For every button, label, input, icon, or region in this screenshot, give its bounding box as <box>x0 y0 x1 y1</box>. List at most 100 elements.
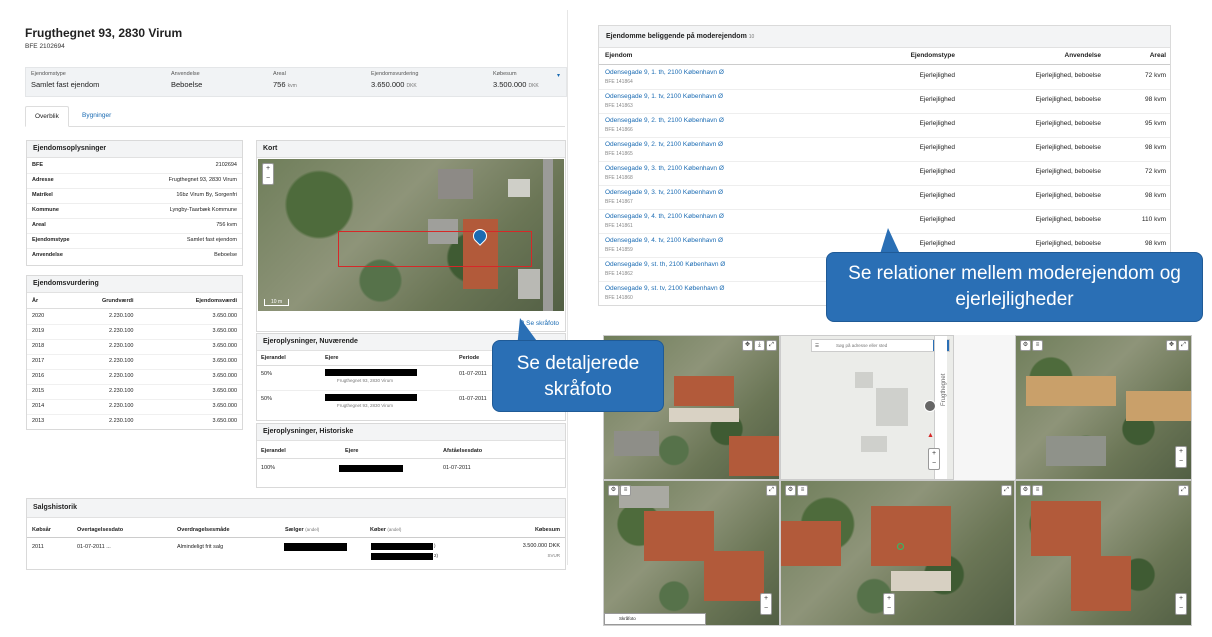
table-row: 2011 01-07-2011 ... Almindeligt frit sal… <box>32 543 560 560</box>
summary-use-value: Beboelse <box>171 80 203 89</box>
valuation-card: Ejendomsvurdering År Grundværdi Ejendoms… <box>26 275 243 430</box>
building-footprint <box>876 388 908 426</box>
table-row[interactable]: Odensegade 9, 3. th, 2100 København Ø BFE… <box>599 161 1170 186</box>
callout-pointer <box>880 228 900 254</box>
info-row: Anvendelse Beboelse <box>32 252 237 258</box>
table-row: 2019 2.230.100 3.650.000 <box>27 324 242 340</box>
layers-icon[interactable]: ≡ <box>797 485 808 496</box>
redacted-seller <box>284 543 347 551</box>
info-row: Ejendomstype Samlet fast ejendom <box>27 233 242 249</box>
table-row[interactable]: Odensegade 9, 1. th, 2100 København Ø BFE… <box>599 65 1170 90</box>
table-row[interactable]: Odensegade 9, 2. th, 2100 København Ø BFE… <box>599 113 1170 138</box>
callout-relations: Se relationer mellem moderejendom og eje… <box>826 252 1203 322</box>
table-row: 2017 2.230.100 3.650.000 <box>27 354 242 370</box>
oblique-tile-center[interactable]: ⚙ ≡ ⤢ + − <box>780 480 1015 626</box>
search-input[interactable]: Søg på adresse eller sted <box>836 340 887 351</box>
summary-price-label: Købesum <box>493 71 517 77</box>
redacted-name <box>325 394 417 401</box>
map-scale: 10 m <box>264 299 290 306</box>
map-zoom-control[interactable]: + − <box>883 593 895 615</box>
gear-icon[interactable]: ⚙ <box>785 485 796 496</box>
map-zoom-control[interactable]: + − <box>1175 446 1187 468</box>
map-search-bar[interactable]: ☰ Søg på adresse eller sted ⌕ <box>811 339 950 352</box>
card-title: Kort <box>257 141 565 158</box>
download-icon[interactable]: ⤓ <box>754 340 765 351</box>
oblique-tile-east[interactable]: ⚙ ≡ ✥ ⤢ + − <box>1015 335 1192 480</box>
street-label: Frugthegnet <box>941 373 947 406</box>
card-title: Ejendomsoplysninger <box>27 141 242 158</box>
oblique-tile-south[interactable]: ⚙ ≡ ⤢ + − <box>1015 480 1192 626</box>
oblique-tile-map[interactable]: ☰ Søg på adresse eller sted ⌕ Frugthegne… <box>780 335 954 480</box>
expand-icon[interactable]: ⤢ <box>766 485 777 496</box>
chevron-down-icon[interactable]: ▾ <box>557 72 560 79</box>
table-row: 2016 2.230.100 3.650.000 <box>27 369 242 385</box>
historic-owners-card: Ejeroplysninger, Historiske Ejerandel Ej… <box>256 423 566 488</box>
table-row: 2015 2.230.100 3.650.000 <box>27 384 242 400</box>
tab-bygninger[interactable]: Bygninger <box>73 106 120 125</box>
map-zoom-control[interactable]: + − <box>262 163 274 185</box>
oblique-tile-west[interactable]: ⚙ ≡ ⤢ + − Skråfoto <box>603 480 780 626</box>
summary-type-label: Ejendomstype <box>31 71 66 77</box>
expand-icon[interactable]: ⤢ <box>766 340 777 351</box>
summary-type-value: Samlet fast ejendom <box>31 80 100 89</box>
page-title: Frugthegnet 93, 2830 Virum <box>25 26 183 40</box>
property-outline <box>338 231 532 267</box>
move-icon[interactable]: ✥ <box>742 340 753 351</box>
info-row: Kommune Lyngby-Taarbæk Kommune <box>27 203 242 219</box>
expand-icon[interactable]: ⤢ <box>1178 485 1189 496</box>
map-zoom-control[interactable]: + − <box>1175 593 1187 615</box>
card-title: Salgshistorik <box>27 499 565 518</box>
table-row[interactable]: Odensegade 9, 2. tv, 2100 København Ø BFE… <box>599 137 1170 162</box>
tab-overblik[interactable]: Overblik <box>25 106 69 127</box>
table-row[interactable]: Odensegade 9, 1. tv, 2100 København Ø BFE… <box>599 89 1170 114</box>
table-row[interactable]: Odensegade 9, 3. tv, 2100 København Ø BFE… <box>599 185 1170 210</box>
gear-icon[interactable]: ⚙ <box>608 485 619 496</box>
info-row: Matrikel 16bz Virum By, Sorgenfri <box>27 188 242 204</box>
summary-area-value: 756 kvm <box>273 80 297 89</box>
expand-icon[interactable]: ⤢ <box>1001 485 1012 496</box>
table-header: Købsår Overtagelsesdato Overdragelsesmåd… <box>27 523 565 538</box>
layers-icon[interactable]: ≡ <box>620 485 631 496</box>
layers-icon[interactable]: ≡ <box>1032 485 1043 496</box>
compass-icon[interactable]: ▲ <box>927 432 934 439</box>
table-row: 100% 01-07-2011 <box>261 465 471 472</box>
redacted-buyer <box>371 543 433 550</box>
zoom-out-button[interactable]: − <box>263 174 273 184</box>
layers-icon[interactable]: ≡ <box>1032 340 1043 351</box>
building-footprint <box>861 436 887 452</box>
table-row: 2013 2.230.100 3.650.000 <box>32 418 237 424</box>
move-icon[interactable]: ✥ <box>1166 340 1177 351</box>
zoom-in-button[interactable]: + <box>263 164 273 174</box>
building-footprint <box>855 372 873 388</box>
table-row: 2020 2.230.100 3.650.000 <box>27 309 242 325</box>
menu-icon[interactable]: ☰ <box>815 340 819 351</box>
expand-icon[interactable]: ⤢ <box>1178 340 1189 351</box>
camera-position-icon[interactable] <box>924 400 936 412</box>
gear-icon[interactable]: ⚙ <box>1020 340 1031 351</box>
tab-bar: Overblik Bygninger <box>25 106 565 127</box>
redacted-name <box>339 465 403 472</box>
property-info-card: Ejendomsoplysninger BFE 2102694 Adresse Fr… <box>26 140 243 266</box>
info-row: BFE 2102694 <box>27 158 242 174</box>
gear-icon[interactable]: ⚙ <box>1020 485 1031 496</box>
card-title: Ejendomsvurdering <box>27 276 242 293</box>
info-row: Adresse Frugthegnet 93, 2830 Virum <box>27 173 242 189</box>
table-header: Ejerandel Ejere Afståelsesdato <box>257 444 565 459</box>
summary-valuation-label: Ejendomsvurdering <box>371 71 419 77</box>
map-zoom-control[interactable]: + − <box>760 593 772 615</box>
table-header: År Grundværdi Ejendomsværdi <box>27 294 242 309</box>
card-title: Ejendomme beliggende på moderejendom 10 <box>599 26 1170 48</box>
card-title: Ejeroplysninger, Historiske <box>257 424 565 441</box>
redacted-name <box>325 369 417 376</box>
aerial-map[interactable]: + − 10 m <box>258 159 564 311</box>
summary-use-label: Anvendelse <box>171 71 200 77</box>
summary-valuation-value: 3.650.000 DKK <box>371 80 417 89</box>
table-header: Ejendom Ejendomstype Anvendelse Areal <box>599 48 1170 65</box>
map-zoom-control[interactable]: + − <box>928 448 940 470</box>
tile-label-bar[interactable]: Skråfoto <box>604 613 706 625</box>
sales-history-card: Salgshistorik Købsår Overtagelsesdato Ov… <box>26 498 566 570</box>
info-row: Areal 756 kvm <box>27 218 242 234</box>
bfe-subtitle: BFE 2102694 <box>25 43 65 50</box>
map-card: Kort +− 10 m ⧉ Se skråfoto <box>256 140 566 332</box>
property-detail-panel: Frugthegnet 93, 2830 Virum BFE 2102694 E… <box>13 10 568 570</box>
